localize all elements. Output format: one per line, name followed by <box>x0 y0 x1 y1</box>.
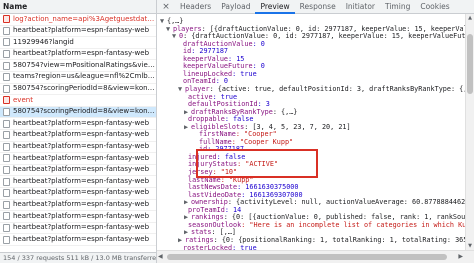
request-icon <box>3 154 10 163</box>
tab-timing[interactable]: Timing <box>380 0 415 14</box>
horizontal-scroll-thumb[interactable] <box>167 254 447 260</box>
request-name: heartbeat?platform=espn-fantasy-web <box>13 26 150 35</box>
request-icon <box>3 131 10 140</box>
request-row[interactable]: heartbeat?platform=espn-fantasy-web <box>0 211 156 223</box>
request-name: heartbeat?platform=espn-fantasy-web <box>13 130 150 139</box>
request-name: heartbeat?platform=espn-fantasy-web <box>13 142 150 151</box>
request-icon <box>3 73 10 82</box>
request-name: heartbeat?platform=espn-fantasy-web <box>13 223 150 232</box>
request-icon <box>3 235 10 244</box>
request-name: heartbeat?platform=espn-fantasy-web <box>13 153 150 162</box>
request-name: heartbeat?platform=espn-fantasy-web <box>13 200 150 208</box>
tab-payload[interactable]: Payload <box>216 0 255 14</box>
request-name: teams?region=us&league=nfl%2Cmlb%2Cnba%2… <box>13 72 156 81</box>
details-panel: × Headers Payload Preview Response Initi… <box>157 0 474 263</box>
request-row[interactable]: 580754?scoringPeriodId=8&view=kona_playe… <box>0 106 156 119</box>
json-preview: ▼ {,…} ▼ players: [{draftAuctionValue: 0, i… <box>157 14 474 252</box>
request-icon <box>3 61 10 70</box>
scroll-up-icon[interactable]: ▲ <box>466 14 474 22</box>
expanded-arrow-icon[interactable]: ▼ <box>178 85 185 94</box>
tab-headers[interactable]: Headers <box>175 0 216 14</box>
request-name: 11929946?langid <box>13 37 74 46</box>
request-icon <box>3 177 10 186</box>
request-name: 580754?view=mPositionalRatings&view=mRos… <box>13 60 156 69</box>
request-rows: log?action_name=api%3Agetguestdata&anon=… <box>0 14 156 246</box>
request-row[interactable]: heartbeat?platform=espn-fantasy-web <box>0 188 156 200</box>
highlight-box <box>196 149 318 178</box>
request-row[interactable]: heartbeat?platform=espn-fantasy-web <box>0 142 156 154</box>
details-tab-bar: × Headers Payload Preview Response Initi… <box>157 0 474 14</box>
request-icon <box>3 84 10 93</box>
request-name: 580754?scoringPeriodId=8&view=kona_playe… <box>13 107 156 116</box>
collapsed-arrow-icon[interactable]: ▶ <box>184 123 191 132</box>
request-name: heartbeat?platform=espn-fantasy-web <box>13 49 150 58</box>
tab-response[interactable]: Response <box>295 0 341 14</box>
request-row[interactable]: heartbeat?platform=espn-fantasy-web <box>0 165 156 177</box>
request-row[interactable]: heartbeat?platform=espn-fantasy-web <box>0 153 156 165</box>
request-row[interactable]: event <box>0 95 156 107</box>
request-row[interactable]: log?action_name=api%3Agetguestdata&anon=… <box>0 14 156 26</box>
request-row[interactable]: heartbeat?platform=espn-fantasy-web <box>0 223 156 235</box>
request-name: 580754?scoringPeriodId=8&view=kona_playe… <box>13 84 156 93</box>
tab-initiator[interactable]: Initiator <box>341 0 380 14</box>
close-icon[interactable]: × <box>161 2 171 12</box>
network-status-bar: 154 / 337 requests 511 kB / 13.0 MB tran… <box>0 252 156 263</box>
request-list-panel: Name log?action_name=api%3Agetguestdata&… <box>0 0 157 263</box>
request-icon <box>3 108 10 117</box>
request-icon <box>3 166 10 175</box>
request-icon <box>3 50 10 59</box>
request-icon <box>3 38 10 47</box>
scroll-down-icon[interactable]: ▼ <box>466 242 474 250</box>
request-icon <box>3 142 10 151</box>
request-row[interactable]: heartbeat?platform=espn-fantasy-web <box>0 234 156 246</box>
request-row[interactable]: 580754?scoringPeriodId=8&view=kona_playe… <box>0 84 156 96</box>
request-name: heartbeat?platform=espn-fantasy-web <box>13 211 150 220</box>
request-name: event <box>13 95 33 104</box>
horizontal-scrollbar[interactable]: ◀ ▶ <box>157 250 474 263</box>
request-icon <box>3 212 10 221</box>
scroll-right-icon[interactable]: ▶ <box>458 253 463 260</box>
request-row[interactable]: teams?region=us&league=nfl%2Cmlb%2Cnba%2… <box>0 72 156 84</box>
expanded-arrow-icon[interactable]: ▼ <box>172 32 179 41</box>
request-row[interactable]: heartbeat?platform=espn-fantasy-web <box>0 118 156 130</box>
request-icon <box>3 119 10 128</box>
error-request-icon <box>3 96 10 105</box>
scroll-thumb[interactable] <box>467 34 473 94</box>
request-icon <box>3 26 10 35</box>
request-icon <box>3 200 10 209</box>
request-row[interactable]: 580754?view=mPositionalRatings&view=mRos… <box>0 60 156 72</box>
request-row[interactable]: heartbeat?platform=espn-fantasy-web <box>0 49 156 61</box>
tab-cookies[interactable]: Cookies <box>415 0 454 14</box>
tab-preview[interactable]: Preview <box>255 0 295 14</box>
scroll-left-icon[interactable]: ◀ <box>158 253 163 260</box>
vertical-scrollbar[interactable]: ▲ ▼ <box>465 14 474 250</box>
request-icon <box>3 189 10 198</box>
request-name: log?action_name=api%3Agetguestdata&anon=… <box>13 14 156 23</box>
request-row[interactable]: heartbeat?platform=espn-fantasy-web <box>0 176 156 188</box>
request-row[interactable]: heartbeat?platform=espn-fantasy-web <box>0 26 156 38</box>
request-name: heartbeat?platform=espn-fantasy-web <box>13 188 150 197</box>
request-name: heartbeat?platform=espn-fantasy-web <box>13 118 150 127</box>
request-icon <box>3 223 10 232</box>
request-row[interactable]: 11929946?langid <box>0 37 156 49</box>
name-column-header[interactable]: Name <box>0 0 156 14</box>
request-name: heartbeat?platform=espn-fantasy-web <box>13 176 150 185</box>
request-name: heartbeat?platform=espn-fantasy-web <box>13 234 150 243</box>
request-row[interactable]: heartbeat?platform=espn-fantasy-web <box>0 130 156 142</box>
error-request-icon <box>3 15 10 24</box>
request-name: heartbeat?platform=espn-fantasy-web <box>13 165 150 174</box>
request-row[interactable]: heartbeat?platform=espn-fantasy-web <box>0 200 156 212</box>
